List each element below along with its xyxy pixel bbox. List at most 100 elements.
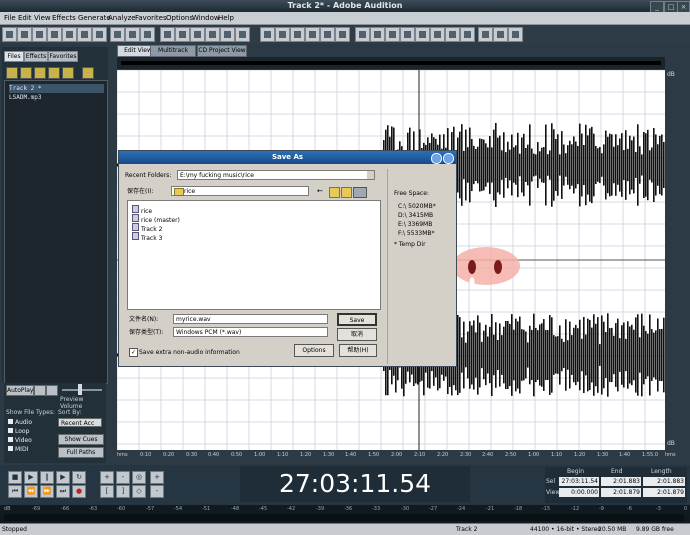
menu-window[interactable]: Window: [192, 13, 220, 23]
multitrack-icon[interactable]: [62, 67, 74, 79]
zoom-out-vertical-icon[interactable]: -: [150, 485, 164, 498]
zoom-left-icon[interactable]: [: [100, 485, 114, 498]
toolbar-icon[interactable]: [493, 27, 508, 42]
play-preview-icon[interactable]: [34, 385, 46, 396]
tab-multitrack-view[interactable]: Multitrack View: [150, 45, 196, 64]
close-file-icon[interactable]: [34, 67, 46, 79]
toolbar-icon[interactable]: [385, 27, 400, 42]
tab-files[interactable]: Files: [4, 51, 24, 62]
toolbar-icon[interactable]: [175, 27, 190, 42]
go-to-end-icon[interactable]: ⏭: [56, 485, 70, 498]
tab-favorites[interactable]: Favorites: [48, 51, 78, 62]
back-icon[interactable]: ←: [317, 187, 326, 196]
file-type-midi[interactable]: MIDI: [8, 445, 28, 454]
toolbar-icon[interactable]: [460, 27, 475, 42]
up-folder-icon[interactable]: [329, 187, 340, 198]
zoom-in-horizontal-icon[interactable]: +: [100, 471, 114, 484]
menu-edit[interactable]: Edit: [18, 13, 32, 23]
toolbar-icon[interactable]: [290, 27, 305, 42]
fast-forward-icon[interactable]: ⏩: [40, 485, 54, 498]
filetype-select[interactable]: Windows PCM (*.wav): [173, 327, 328, 337]
toolbar-icon[interactable]: [508, 27, 523, 42]
filename-input[interactable]: myrice.wav: [173, 314, 328, 324]
save-in-select[interactable]: rice: [171, 186, 309, 196]
toolbar-icon[interactable]: [335, 27, 350, 42]
file-browser[interactable]: rice rice (master) Track 2 Track 3: [127, 200, 381, 310]
show-cues-button[interactable]: Show Cues: [58, 434, 104, 445]
pause-icon[interactable]: ‖: [40, 471, 54, 484]
zoom-right-icon[interactable]: ]: [116, 485, 130, 498]
play-icon[interactable]: ▶: [24, 471, 38, 484]
toolbar-icon[interactable]: [62, 27, 77, 42]
file-type-audio[interactable]: Audio: [8, 418, 32, 427]
new-file-icon[interactable]: [82, 67, 94, 79]
full-paths-button[interactable]: Full Paths: [58, 447, 104, 458]
zoom-out-horizontal-icon[interactable]: -: [116, 471, 130, 484]
options-button[interactable]: Options: [294, 344, 334, 357]
toolbar-icon[interactable]: [415, 27, 430, 42]
zoom-selection-icon[interactable]: ◇: [132, 485, 146, 498]
toolbar-icon[interactable]: [2, 27, 17, 42]
overview-bar[interactable]: [117, 57, 665, 69]
time-ruler[interactable]: hms 0:10 0:20 0:30 0:40 0:50 1:00 1:10 1:20 1:30 1…: [117, 450, 676, 461]
autoplay-button[interactable]: AutoPlay: [6, 385, 34, 396]
stop-icon[interactable]: ■: [8, 471, 22, 484]
toolbar-icon[interactable]: [478, 27, 493, 42]
menu-favorites[interactable]: Favorites: [135, 13, 167, 23]
toolbar-icon[interactable]: [110, 27, 125, 42]
record-icon[interactable]: ●: [72, 485, 86, 498]
menu-file[interactable]: File: [4, 13, 16, 23]
toolbar-icon[interactable]: [235, 27, 250, 42]
dialog-help-icon[interactable]: [431, 153, 442, 164]
toolbar-icon[interactable]: [92, 27, 107, 42]
view-length-field[interactable]: 2:01.879: [643, 488, 685, 497]
toolbar-icon[interactable]: [77, 27, 92, 42]
toolbar-icon[interactable]: [355, 27, 370, 42]
menu-help[interactable]: Help: [218, 13, 234, 23]
view-begin-field[interactable]: 0:00.000: [559, 488, 599, 497]
list-item[interactable]: Track 2 *: [9, 84, 104, 93]
toolbar-icon[interactable]: [140, 27, 155, 42]
zoom-full-icon[interactable]: ◎: [132, 471, 146, 484]
toolbar-icon[interactable]: [220, 27, 235, 42]
new-folder-icon[interactable]: [341, 187, 352, 198]
list-item[interactable]: Track 3: [132, 232, 162, 243]
toolbar-icon[interactable]: [260, 27, 275, 42]
toolbar-icon[interactable]: [17, 27, 32, 42]
loop-preview-icon[interactable]: [46, 385, 58, 396]
zoom-in-vertical-icon[interactable]: +: [150, 471, 164, 484]
toolbar-icon[interactable]: [445, 27, 460, 42]
toolbar-icon[interactable]: [370, 27, 385, 42]
toolbar-icon[interactable]: [47, 27, 62, 42]
chevron-down-icon[interactable]: [367, 171, 374, 179]
sel-end-field[interactable]: 2:01.883: [601, 477, 641, 486]
toolbar-icon[interactable]: [305, 27, 320, 42]
toolbar-icon[interactable]: [125, 27, 140, 42]
view-menu-icon[interactable]: [353, 187, 367, 198]
toolbar-icon[interactable]: [190, 27, 205, 42]
preview-volume-handle[interactable]: [78, 384, 82, 395]
menu-generate[interactable]: Generate: [78, 13, 111, 23]
menu-analyze[interactable]: Analyze: [108, 13, 136, 23]
tab-cd-project-view[interactable]: CD Project View: [197, 45, 247, 57]
file-type-loop[interactable]: Loop: [8, 427, 29, 436]
view-end-field[interactable]: 2:01.879: [601, 488, 641, 497]
sel-begin-field[interactable]: 27:03:11.54: [559, 477, 599, 486]
toolbar-icon[interactable]: [430, 27, 445, 42]
import-file-icon[interactable]: [20, 67, 32, 79]
menu-effects[interactable]: Effects: [52, 13, 76, 23]
help-button[interactable]: 帮助(H): [339, 344, 377, 357]
toolbar-icon[interactable]: [275, 27, 290, 42]
list-item[interactable]: LSADM.mp3: [9, 93, 42, 102]
play-to-end-icon[interactable]: ▶: [56, 471, 70, 484]
dialog-close-icon[interactable]: [443, 153, 454, 164]
menu-view[interactable]: View: [34, 13, 51, 23]
menu-options[interactable]: Options: [166, 13, 193, 23]
tab-effects[interactable]: Effects: [24, 51, 48, 62]
extra-info-checkbox[interactable]: ✓: [129, 348, 138, 357]
save-button[interactable]: Save: [337, 313, 377, 326]
recent-folders-select[interactable]: E:\my fucking music\rice: [177, 170, 375, 180]
preview-volume-slider[interactable]: [62, 389, 102, 391]
file-type-video[interactable]: Video: [8, 436, 32, 445]
loop-icon[interactable]: ↻: [72, 471, 86, 484]
